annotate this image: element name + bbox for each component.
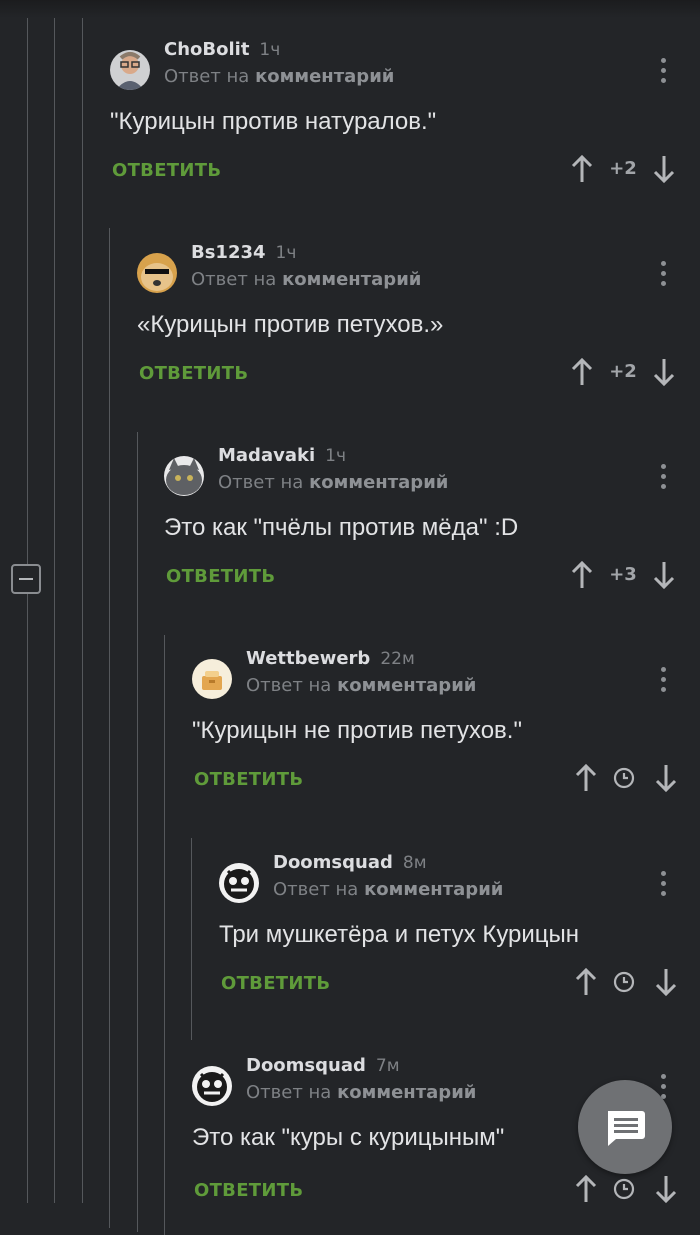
comment-text: "Курицын не против петухов.": [192, 717, 522, 744]
reply-target-link[interactable]: комментарий: [364, 879, 503, 900]
comment-author[interactable]: ChoBolit 1ч: [164, 39, 280, 60]
more-options-icon[interactable]: [661, 261, 667, 287]
author-name[interactable]: Doomsquad: [273, 852, 393, 873]
upvote-icon[interactable]: [570, 357, 594, 387]
downvote-icon[interactable]: [654, 763, 678, 793]
comment-author[interactable]: Bs1234 1ч: [191, 242, 296, 263]
comment-text: Три мушкетёра и петух Курицын: [219, 921, 580, 948]
upvote-icon[interactable]: [570, 560, 594, 590]
comment-text: "Курицын против натуралов.": [110, 108, 437, 135]
reply-to-line: Ответ на комментарий: [273, 879, 503, 900]
top-bar: [0, 0, 700, 18]
vote-controls: +3: [570, 560, 680, 590]
reply-prefix: Ответ на: [246, 675, 332, 696]
reply-prefix: Ответ на: [218, 472, 304, 493]
thread-line: [27, 18, 28, 1203]
thread-line: [109, 228, 110, 1228]
clock-icon: [613, 1178, 635, 1200]
reply-to-line: Ответ на комментарий: [246, 675, 476, 696]
comment-score: +2: [609, 361, 637, 382]
downvote-icon[interactable]: [652, 154, 676, 184]
more-options-icon[interactable]: [661, 667, 667, 693]
reply-button[interactable]: ОТВЕТИТЬ: [112, 160, 221, 181]
reply-target-link[interactable]: комментарий: [282, 269, 421, 290]
avatar[interactable]: [137, 253, 177, 293]
avatar[interactable]: [192, 1066, 232, 1106]
thread-line: [82, 18, 83, 1203]
avatar[interactable]: [219, 863, 259, 903]
comment-time: 7м: [375, 1056, 400, 1076]
avatar[interactable]: [110, 50, 150, 90]
thread-line: [54, 18, 55, 1203]
avatar[interactable]: [164, 456, 204, 496]
author-name[interactable]: Doomsquad: [246, 1055, 366, 1076]
reply-prefix: Ответ на: [191, 269, 277, 290]
thread-line: [164, 635, 165, 1235]
thread-line: [191, 838, 192, 1040]
reply-button[interactable]: ОТВЕТИТЬ: [166, 566, 275, 587]
comment-time: 1ч: [259, 40, 281, 60]
downvote-icon[interactable]: [654, 967, 678, 997]
thread-line: [137, 432, 138, 1232]
reply-prefix: Ответ на: [164, 66, 250, 87]
reply-to-line: Ответ на комментарий: [246, 1082, 476, 1103]
vote-controls: [574, 967, 684, 997]
upvote-icon[interactable]: [574, 1174, 598, 1204]
upvote-icon[interactable]: [574, 763, 598, 793]
reply-to-line: Ответ на комментарий: [218, 472, 448, 493]
reply-prefix: Ответ на: [273, 879, 359, 900]
comment-text: «Курицын против петухов.»: [137, 311, 444, 338]
comment-author[interactable]: Wettbewerb 22м: [246, 648, 415, 669]
vote-controls: +2: [570, 154, 680, 184]
more-options-icon[interactable]: [661, 464, 667, 490]
reply-prefix: Ответ на: [246, 1082, 332, 1103]
comment-text: Это как "куры с курицыным": [192, 1124, 505, 1151]
clock-icon: [613, 767, 635, 789]
comment-score: +2: [609, 158, 637, 179]
reply-target-link[interactable]: комментарий: [337, 1082, 476, 1103]
downvote-icon[interactable]: [654, 1174, 678, 1204]
comment-time: 22м: [380, 649, 415, 669]
comment-time: 1ч: [275, 243, 297, 263]
reply-target-link[interactable]: комментарий: [309, 472, 448, 493]
comment-author[interactable]: Madavaki 1ч: [218, 445, 346, 466]
downvote-icon[interactable]: [652, 560, 676, 590]
more-options-icon[interactable]: [661, 871, 667, 897]
reply-button[interactable]: ОТВЕТИТЬ: [221, 973, 330, 994]
comment-author[interactable]: Doomsquad 7м: [246, 1055, 400, 1076]
collapse-thread-button[interactable]: [11, 564, 41, 594]
reply-button[interactable]: ОТВЕТИТЬ: [139, 363, 248, 384]
upvote-icon[interactable]: [574, 967, 598, 997]
reply-button[interactable]: ОТВЕТИТЬ: [194, 1180, 303, 1201]
comment-time: 1ч: [325, 446, 346, 466]
vote-controls: [574, 763, 684, 793]
vote-controls: [574, 1174, 684, 1204]
comment-time: 8м: [402, 853, 427, 873]
reply-target-link[interactable]: комментарий: [337, 675, 476, 696]
comment-score: +3: [609, 564, 637, 585]
author-name[interactable]: Wettbewerb: [246, 648, 370, 669]
vote-controls: +2: [570, 357, 680, 387]
upvote-icon[interactable]: [570, 154, 594, 184]
reply-to-line: Ответ на комментарий: [191, 269, 421, 290]
avatar[interactable]: [192, 659, 232, 699]
reply-target-link[interactable]: комментарий: [255, 66, 394, 87]
author-name[interactable]: Madavaki: [218, 445, 315, 466]
comment-fab-button[interactable]: [578, 1080, 672, 1174]
more-options-icon[interactable]: [661, 58, 667, 84]
author-name[interactable]: ChoBolit: [164, 39, 249, 60]
reply-to-line: Ответ на комментарий: [164, 66, 394, 87]
comment-text: Это как "пчёлы против мёда" :D: [164, 514, 519, 541]
comment-author[interactable]: Doomsquad 8м: [273, 852, 427, 873]
chat-icon: [608, 1111, 645, 1146]
author-name[interactable]: Bs1234: [191, 242, 266, 263]
clock-icon: [613, 971, 635, 993]
reply-button[interactable]: ОТВЕТИТЬ: [194, 769, 303, 790]
downvote-icon[interactable]: [652, 357, 676, 387]
